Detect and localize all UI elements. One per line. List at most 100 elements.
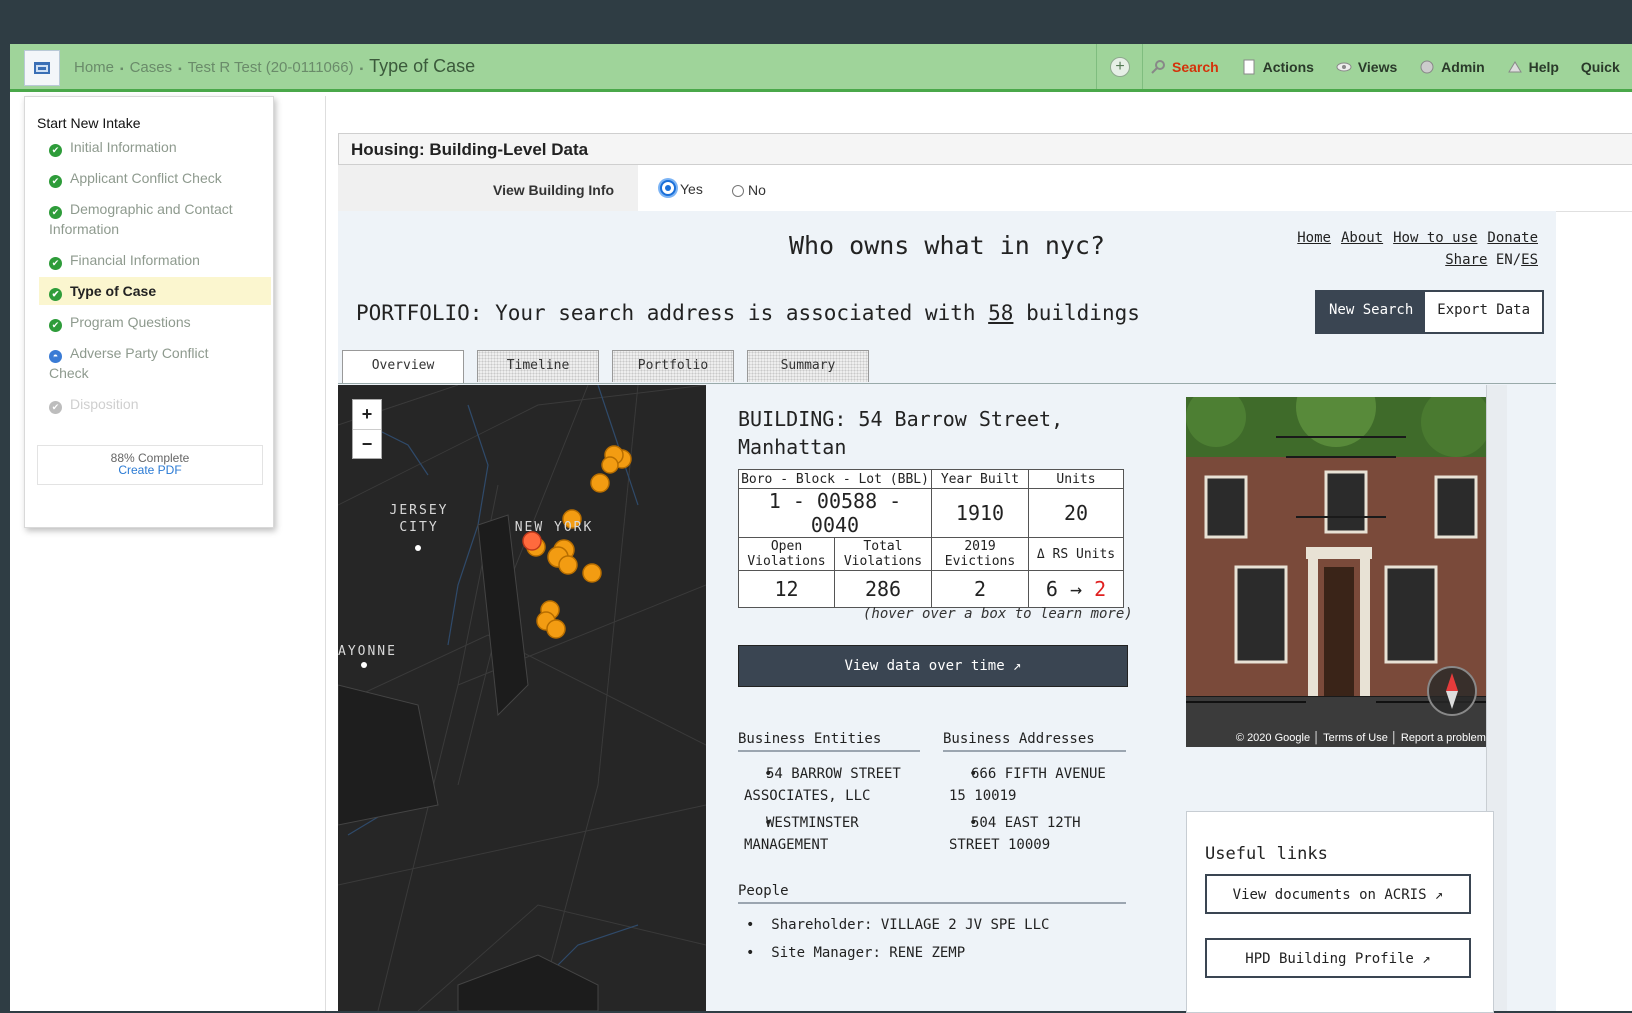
- hpd-building-profile-button[interactable]: HPD Building Profile ↗: [1205, 938, 1471, 978]
- check-icon: ✔: [49, 144, 62, 157]
- tab-timeline[interactable]: Timeline: [477, 350, 599, 382]
- total-violations-label[interactable]: Total Violations: [834, 537, 932, 571]
- evictions-value: 2: [931, 570, 1029, 608]
- intake-title: Start New Intake: [37, 115, 141, 131]
- housing-section-header: Housing: Building-Level Data: [338, 133, 1632, 165]
- check-icon: ✔: [49, 175, 62, 188]
- zoom-out-button[interactable]: −: [353, 430, 381, 459]
- intake-step-type-of-case[interactable]: ✔ Type of Case: [39, 277, 271, 305]
- check-icon: ✔: [49, 319, 62, 332]
- building-stats-table: Boro - Block - Lot (BBL) Year Built Unit…: [738, 469, 1124, 608]
- main-menu: Search Actions Views Admin Help Quick: [1150, 59, 1632, 75]
- check-icon: ✔: [49, 288, 62, 301]
- intake-step-demographic[interactable]: ✔ Demographic and Contact Information: [49, 199, 249, 239]
- report-problem-link[interactable]: Report a problem: [1401, 732, 1486, 744]
- radio-yes[interactable]: Yes: [660, 180, 703, 197]
- menu-admin[interactable]: Admin: [1419, 59, 1485, 75]
- divider: [1096, 44, 1097, 89]
- bbl-label[interactable]: Boro - Block - Lot (BBL): [738, 469, 932, 489]
- rs-units-label[interactable]: Δ RS Units: [1028, 537, 1124, 571]
- breadcrumb-cases[interactable]: Cases: [130, 59, 173, 76]
- people-heading: People: [738, 883, 1126, 904]
- check-icon: ✔: [49, 206, 62, 219]
- eye-icon: [1336, 62, 1352, 72]
- create-pdf-link[interactable]: Create PDF: [38, 463, 262, 477]
- building-title: BUILDING: 54 Barrow Street, Manhattan: [738, 407, 1064, 459]
- divider: [1142, 44, 1143, 89]
- year-built-value: 1910: [931, 488, 1029, 538]
- search-icon: [1151, 60, 1165, 74]
- check-icon: ✔: [49, 257, 62, 270]
- portfolio-summary: PORTFOLIO: Your search address is associ…: [356, 301, 1140, 325]
- intake-step-applicant-conflict-check[interactable]: ✔ Applicant Conflict Check: [49, 168, 249, 188]
- wow-link-home[interactable]: Home: [1297, 230, 1331, 246]
- view-data-over-time-button[interactable]: View data over time ↗: [738, 645, 1128, 687]
- google-copyright: © 2020 Google: [1235, 732, 1311, 744]
- lang-es-link[interactable]: ES: [1521, 252, 1538, 268]
- portfolio-actions: New Search Export Data: [1315, 290, 1545, 334]
- business-addresses-heading: Business Addresses: [943, 731, 1126, 752]
- intake-progress-panel: Start New Intake ✔ Initial Information ✔ A…: [24, 96, 274, 528]
- terms-of-use-link[interactable]: Terms of Use: [1323, 732, 1388, 744]
- map-label-new-york: NEW YORK: [514, 520, 594, 535]
- year-built-label[interactable]: Year Built: [931, 469, 1029, 489]
- intake-step-program-questions[interactable]: ✔ Program Questions: [49, 312, 249, 332]
- entity-item: 54 BARROW STREET ASSOCIATES, LLC: [742, 763, 924, 807]
- bbl-value: 1 - 00588 - 0040: [738, 488, 932, 538]
- menu-quick[interactable]: Quick: [1581, 59, 1620, 75]
- intake-step-financial-information[interactable]: ✔ Financial Information: [49, 250, 249, 270]
- partial-icon: ◓: [49, 350, 62, 363]
- breadcrumb-case[interactable]: Test R Test (20-0111066): [188, 59, 354, 76]
- wow-link-about[interactable]: About: [1341, 230, 1383, 246]
- zoom-in-button[interactable]: +: [353, 400, 381, 430]
- map-label-jersey-city: JERSEY CITY: [389, 503, 449, 535]
- intake-step-disposition: ✔ Disposition: [49, 394, 249, 414]
- total-violations-value: 286: [834, 570, 932, 608]
- app-home-button[interactable]: [24, 50, 60, 86]
- open-violations-label[interactable]: Open Violations: [738, 537, 835, 571]
- street-view-photo[interactable]: © 2020 Google │ Terms of Use │ Report a …: [1186, 397, 1492, 747]
- tabs-divider: [338, 383, 1556, 384]
- breadcrumb-home[interactable]: Home: [74, 59, 114, 76]
- useful-links-box: Useful links View documents on ACRIS ↗ H…: [1186, 811, 1494, 1013]
- units-label[interactable]: Units: [1028, 469, 1124, 489]
- top-navigation-bar: Home ▪ Cases ▪ Test R Test (20-0111066) ▪ Type…: [10, 44, 1632, 92]
- progress-box: 88% Complete Create PDF: [37, 445, 263, 485]
- map-zoom-control: + −: [352, 399, 382, 459]
- new-search-button[interactable]: New Search: [1317, 292, 1426, 332]
- intake-step-adverse-party[interactable]: ◓ Adverse Party Conflict Check: [49, 343, 249, 383]
- evictions-label[interactable]: 2019 Evictions: [931, 537, 1029, 571]
- useful-links-heading: Useful links: [1205, 844, 1328, 864]
- open-violations-value: 12: [738, 570, 835, 608]
- intake-step-initial-information[interactable]: ✔ Initial Information: [49, 137, 249, 157]
- photo-credit-bar: © 2020 Google │ Terms of Use │ Report a …: [1235, 732, 1486, 744]
- business-entities-heading: Business Entities: [738, 731, 920, 752]
- radio-selected-icon: [660, 180, 676, 196]
- portfolio-map[interactable]: + − JERSEY CITY NEW YORK AYONNE: [338, 385, 706, 1011]
- acris-documents-button[interactable]: View documents on ACRIS ↗: [1205, 874, 1471, 914]
- radio-unselected-icon: [732, 185, 744, 197]
- tab-summary[interactable]: Summary: [747, 350, 869, 382]
- menu-search[interactable]: Search: [1150, 59, 1219, 75]
- add-button[interactable]: +: [1110, 57, 1130, 77]
- wow-link-how-to-use[interactable]: How to use: [1393, 230, 1477, 246]
- menu-views[interactable]: Views: [1336, 59, 1397, 75]
- export-data-button[interactable]: Export Data: [1425, 292, 1543, 332]
- menu-actions[interactable]: Actions: [1241, 59, 1314, 75]
- breadcrumb-current: Type of Case: [369, 56, 476, 76]
- document-icon: [1243, 59, 1255, 75]
- content-divider: [325, 96, 326, 1011]
- units-value: 20: [1028, 488, 1124, 538]
- radio-no[interactable]: No: [732, 182, 766, 198]
- wow-link-donate[interactable]: Donate: [1487, 230, 1538, 246]
- address-item: 504 EAST 12TH STREET 10009: [947, 812, 1129, 856]
- app-icon: [34, 62, 50, 74]
- wow-link-share[interactable]: Share: [1445, 252, 1487, 268]
- portfolio-count-link[interactable]: 58: [988, 301, 1013, 325]
- tab-portfolio[interactable]: Portfolio: [612, 350, 734, 382]
- breadcrumb: Home ▪ Cases ▪ Test R Test (20-0111066) ▪ Type…: [74, 56, 476, 76]
- menu-help[interactable]: Help: [1507, 59, 1559, 75]
- address-item: 666 FIFTH AVENUE 15 10019: [947, 763, 1129, 807]
- help-icon: [1507, 61, 1522, 73]
- tab-overview[interactable]: Overview: [342, 350, 464, 384]
